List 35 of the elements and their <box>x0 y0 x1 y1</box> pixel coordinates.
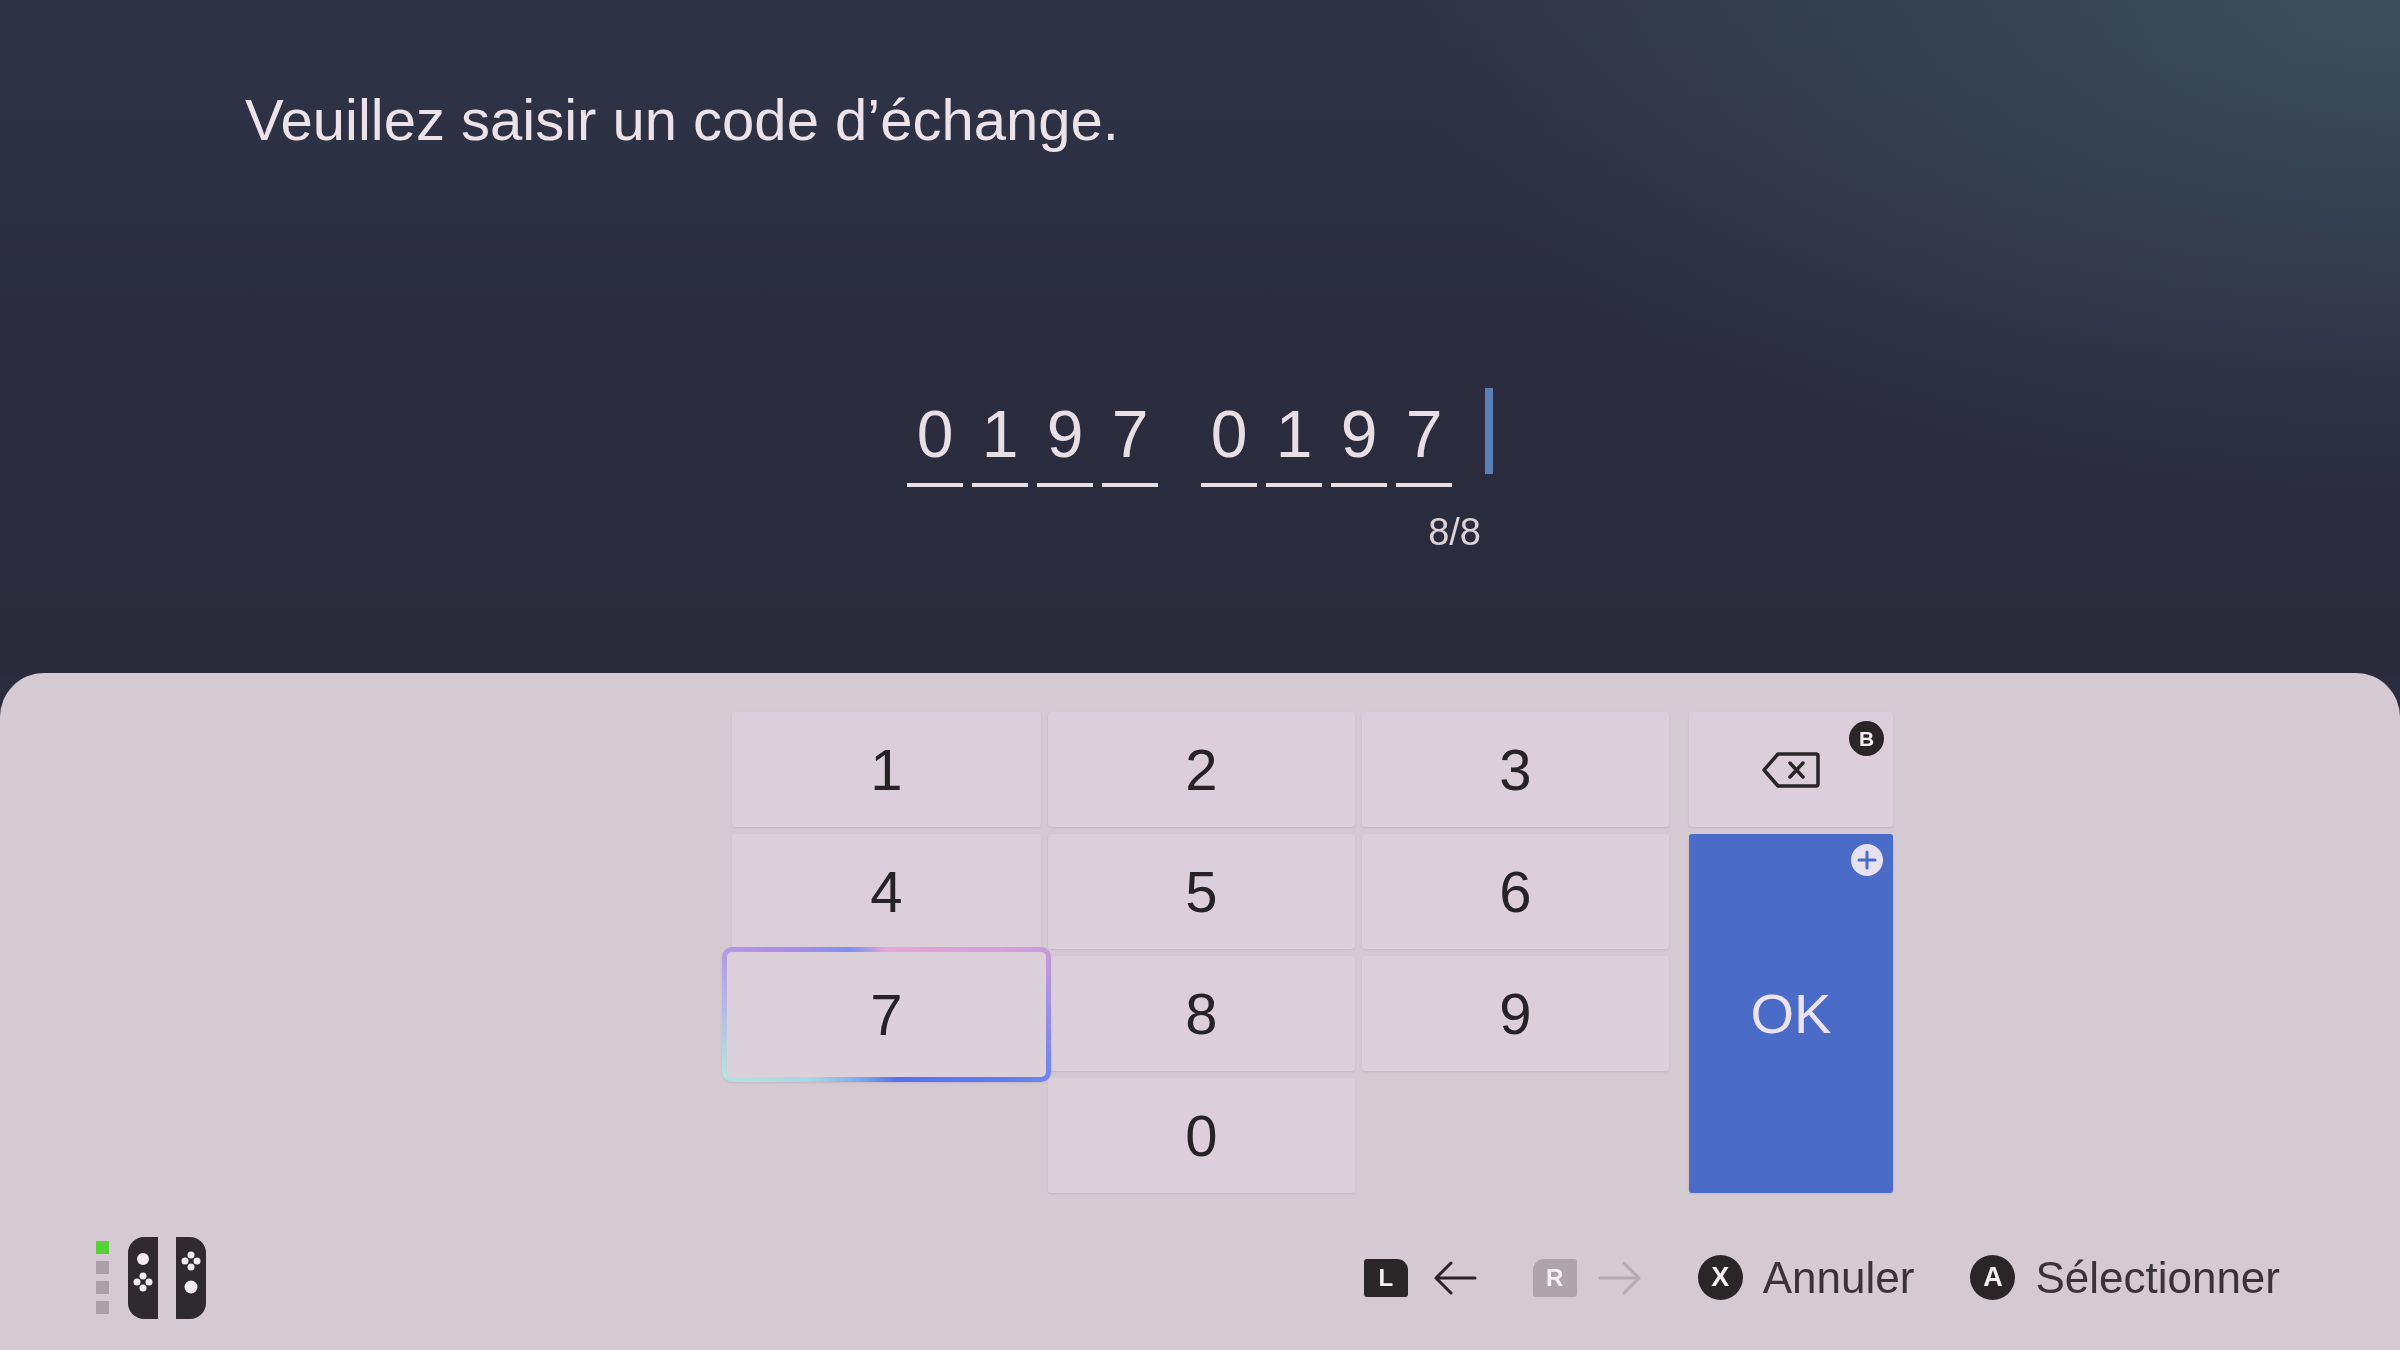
digit-key[interactable]: 1 <box>732 712 1041 827</box>
character-counter: 8/8 <box>1428 512 1481 551</box>
key-hint: X <box>1697 1255 1743 1300</box>
controllers-icon <box>128 1236 206 1319</box>
digit-key[interactable]: 5 <box>1048 834 1355 949</box>
text-cursor-icon <box>1485 387 1493 474</box>
digit-key[interactable]: 8 <box>1048 956 1355 1071</box>
code-digit-field[interactable]: 9 <box>1037 400 1093 487</box>
key-hint: L <box>1363 1258 1408 1297</box>
footer-action-button[interactable]: X Annuler <box>1697 1255 1915 1300</box>
backspace-icon <box>1761 750 1821 789</box>
key-hint: A <box>1970 1255 2016 1300</box>
digit-key[interactable]: 2 <box>1048 712 1355 827</box>
key-hint: R <box>1532 1258 1577 1297</box>
code-digit-field[interactable]: 7 <box>1396 400 1452 487</box>
digit-key[interactable]: 9 <box>1362 956 1669 1071</box>
code-digit-field[interactable]: 7 <box>1102 400 1158 487</box>
code-digit-field[interactable]: 1 <box>972 400 1028 487</box>
footer-action-button[interactable]: A Sélectionner <box>1970 1255 2280 1300</box>
page-title: Veuillez saisir un code d’échange. <box>245 88 1119 152</box>
code-digit-field[interactable]: 1 <box>1266 400 1322 487</box>
code-digit-field[interactable]: 0 <box>1201 400 1257 487</box>
plus-icon <box>1851 844 1883 876</box>
digit-key[interactable]: 0 <box>1048 1078 1355 1193</box>
key-hint: B <box>1849 721 1884 756</box>
code-digit-field[interactable]: 9 <box>1331 400 1387 487</box>
digit-key[interactable]: 3 <box>1362 712 1669 827</box>
previous-button[interactable]: L <box>1363 1258 1477 1297</box>
code-digit-field[interactable]: 0 <box>907 400 963 487</box>
digit-key[interactable]: 4 <box>732 834 1041 949</box>
digit-key[interactable]: 6 <box>1362 834 1669 949</box>
backspace-key[interactable]: B <box>1689 712 1893 827</box>
arrow-left-icon <box>1432 1260 1477 1295</box>
ok-key[interactable]: OK <box>1689 834 1893 1193</box>
arrow-right-icon <box>1597 1260 1642 1295</box>
